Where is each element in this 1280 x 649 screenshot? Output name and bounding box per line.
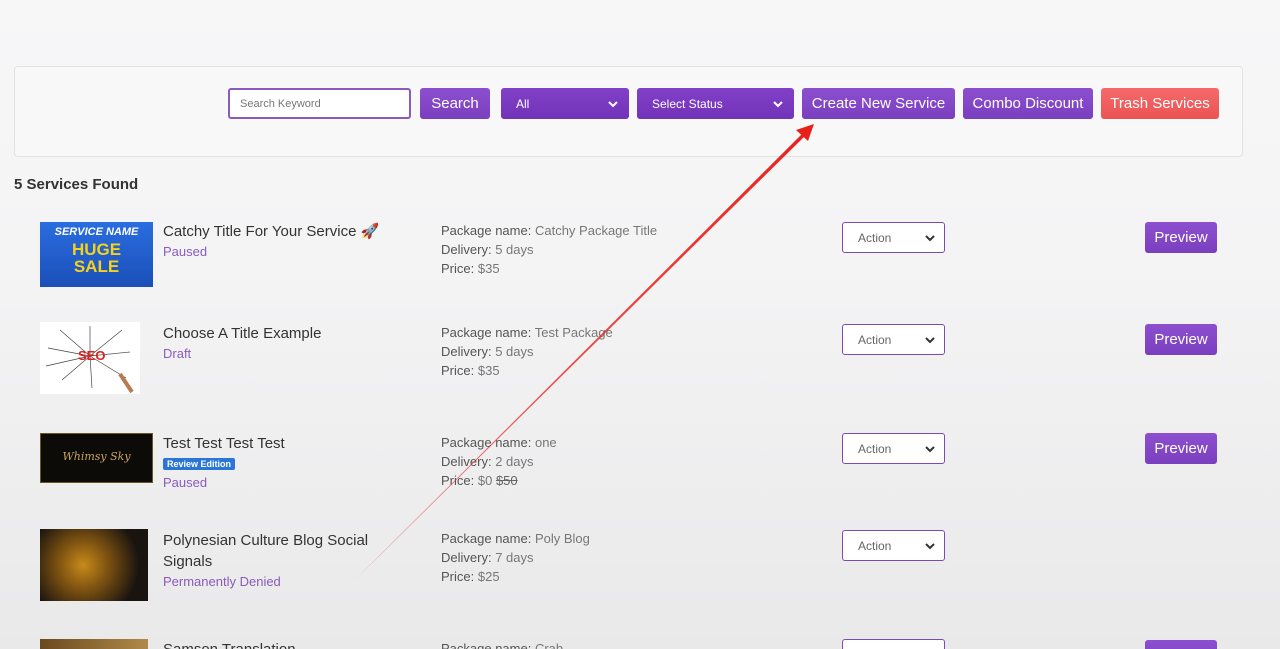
- action-select-label: Action: [858, 332, 892, 347]
- chevron-down-icon: [607, 98, 619, 110]
- action-select-label: Action: [858, 538, 892, 553]
- chevron-down-icon: [924, 232, 936, 244]
- preview-button[interactable]: Preview: [1145, 324, 1217, 355]
- service-title[interactable]: Choose A Title Example: [163, 323, 383, 344]
- preview-label: Preview: [1154, 229, 1208, 246]
- chevron-down-icon: [924, 334, 936, 346]
- package-name-value: Catchy Package Title: [534, 223, 658, 238]
- package-name-value: Crab: [534, 641, 564, 649]
- thumbnail-text: SERVICE NAME: [54, 226, 139, 238]
- preview-button[interactable]: [1145, 640, 1217, 649]
- delivery-label: Delivery:: [441, 344, 492, 359]
- preview-label: Preview: [1154, 440, 1208, 457]
- price-value: $35: [477, 261, 500, 276]
- service-row: Polynesian Culture Blog Social Signals P…: [0, 529, 1280, 629]
- service-meta: Package name: Poly Blog Delivery: 7 days…: [441, 529, 590, 586]
- create-new-service-label: Create New Service: [811, 95, 946, 112]
- action-select[interactable]: Action: [842, 433, 945, 464]
- original-price: $50: [495, 473, 518, 488]
- price-label: Price:: [441, 261, 475, 276]
- service-row: SERVICE NAME HUGE SALE Catchy Title For …: [0, 220, 1280, 320]
- results-count: 5 Services Found: [14, 176, 139, 193]
- service-title[interactable]: Polynesian Culture Blog Social Signals: [163, 530, 383, 572]
- service-meta: Package name: Test Package Delivery: 5 d…: [441, 323, 613, 380]
- service-meta: Package name: Catchy Package Title Deliv…: [441, 221, 657, 278]
- service-status: Paused: [163, 475, 208, 490]
- package-name-label: Package name:: [441, 325, 532, 340]
- service-thumbnail[interactable]: SEO: [40, 322, 140, 394]
- combo-discount-label: Combo Discount: [972, 95, 1084, 112]
- thumbnail-text: HUGE: [71, 240, 122, 259]
- price-value: $25: [477, 569, 500, 584]
- service-row: Samson Translation Package name: Crab: [0, 637, 1280, 649]
- action-select-label: Action: [858, 441, 892, 456]
- category-select[interactable]: All: [501, 88, 629, 119]
- delivery-label: Delivery:: [441, 454, 492, 469]
- trash-services-label: Trash Services: [1110, 95, 1210, 112]
- thumbnail-text: SALE: [73, 257, 120, 276]
- search-input[interactable]: [228, 88, 411, 119]
- action-select[interactable]: [842, 639, 945, 649]
- preview-label: Preview: [1154, 331, 1208, 348]
- chevron-down-icon: [924, 443, 936, 455]
- search-button[interactable]: Search: [420, 88, 490, 119]
- delivery-label: Delivery:: [441, 550, 492, 565]
- delivery-value: 7 days: [495, 550, 534, 565]
- service-row: SEO Choose A Title Example Draft Package…: [0, 322, 1280, 422]
- service-status: Draft: [163, 346, 192, 361]
- delivery-value: 5 days: [495, 242, 534, 257]
- service-meta: Package name: Crab: [441, 639, 563, 649]
- action-select[interactable]: Action: [842, 530, 945, 561]
- status-select[interactable]: Select Status: [637, 88, 794, 119]
- service-thumbnail[interactable]: Whimsy Sky: [40, 433, 153, 483]
- thumbnail-text: SEO: [78, 348, 106, 363]
- chevron-down-icon: [924, 540, 936, 552]
- delivery-value: 5 days: [495, 344, 534, 359]
- thumbnail-text: Whimsy Sky: [62, 450, 131, 463]
- price-label: Price:: [441, 569, 475, 584]
- package-name-value: one: [534, 435, 557, 450]
- service-thumbnail[interactable]: [40, 529, 148, 601]
- action-select[interactable]: Action: [842, 324, 945, 355]
- service-status: Paused: [163, 244, 208, 259]
- service-title[interactable]: Test Test Test Test: [163, 433, 383, 454]
- chevron-down-icon: [772, 98, 784, 110]
- category-select-value: All: [516, 96, 530, 111]
- service-thumbnail[interactable]: SERVICE NAME HUGE SALE: [40, 222, 153, 287]
- review-edition-badge: Review Edition: [163, 458, 236, 470]
- delivery-label: Delivery:: [441, 242, 492, 257]
- price-value: $0: [477, 473, 493, 488]
- service-status: Permanently Denied: [163, 574, 281, 589]
- service-title[interactable]: Catchy Title For Your Service 🚀: [163, 221, 383, 242]
- service-row: Whimsy Sky Test Test Test Test Review Ed…: [0, 432, 1280, 532]
- service-meta: Package name: one Delivery: 2 days Price…: [441, 433, 557, 490]
- package-name-label: Package name:: [441, 531, 532, 546]
- action-select-label: Action: [858, 230, 892, 245]
- package-name-value: Poly Blog: [534, 531, 590, 546]
- service-thumbnail[interactable]: [40, 639, 148, 649]
- combo-discount-button[interactable]: Combo Discount: [963, 88, 1093, 119]
- package-name-value: Test Package: [534, 325, 613, 340]
- price-label: Price:: [441, 363, 475, 378]
- price-value: $35: [477, 363, 500, 378]
- service-title[interactable]: Samson Translation: [163, 639, 383, 649]
- preview-button[interactable]: Preview: [1145, 433, 1217, 464]
- price-label: Price:: [441, 473, 475, 488]
- package-name-label: Package name:: [441, 641, 532, 649]
- package-name-label: Package name:: [441, 435, 532, 450]
- trash-services-button[interactable]: Trash Services: [1101, 88, 1219, 119]
- package-name-label: Package name:: [441, 223, 532, 238]
- search-button-label: Search: [431, 95, 479, 112]
- create-new-service-button[interactable]: Create New Service: [802, 88, 955, 119]
- action-select[interactable]: Action: [842, 222, 945, 253]
- status-select-value: Select Status: [652, 96, 723, 111]
- preview-button[interactable]: Preview: [1145, 222, 1217, 253]
- delivery-value: 2 days: [495, 454, 534, 469]
